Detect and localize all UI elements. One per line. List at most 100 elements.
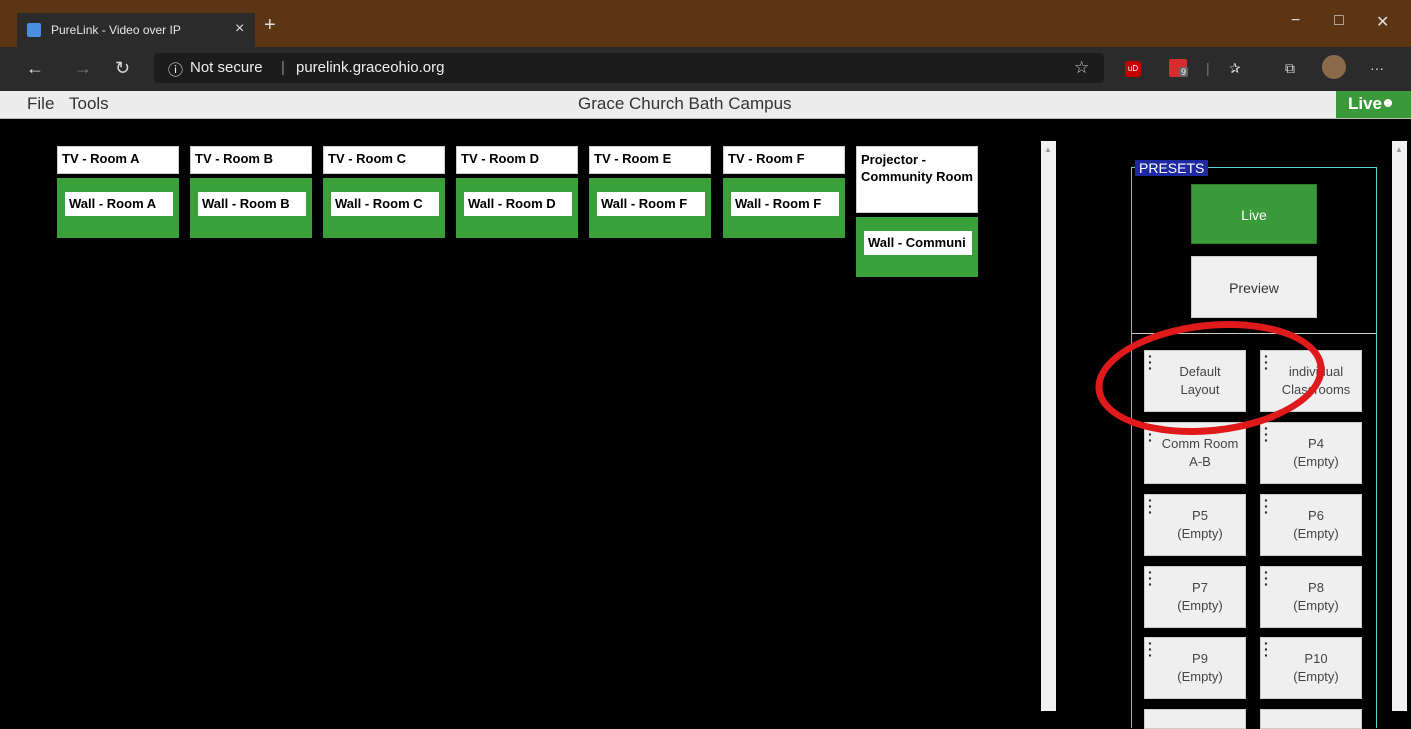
preset-name: Comm Room A-B [1161,436,1239,469]
collections-icon[interactable]: ⧉ [1285,60,1295,77]
security-status: Not secure [190,59,263,76]
tv-label[interactable]: TV - Room C [323,146,445,174]
tab-title: PureLink - Video over IP [51,23,181,37]
calendar-extension-icon[interactable]: 9 [1169,59,1189,77]
tv-label[interactable]: TV - Room A [57,146,179,174]
live-dot-icon [1384,99,1393,107]
drag-handle-icon[interactable]: · · · [1264,493,1269,519]
preset-name: P7 (Empty) [1177,580,1223,613]
preset-button-partial[interactable] [1144,709,1246,729]
new-tab-icon[interactable]: + [264,14,276,37]
drag-handle-icon[interactable]: · · · [1148,349,1153,375]
wall-display-tile[interactable]: Wall - Room C [323,178,445,238]
browser-address-bar: ← → ↻ ⓘ Not secure | purelink.graceohio.… [0,47,1411,91]
favorites-icon[interactable]: ✰ [1229,60,1241,77]
url-bar[interactable]: ⓘ Not secure | purelink.graceohio.org ☆ [154,53,1104,83]
presets-scrollbar[interactable]: ▲ [1392,141,1407,711]
display-column-room-f: TV - Room F Wall - Room F [723,146,845,238]
preset-button[interactable]: · · · P6 (Empty) [1260,493,1362,556]
wall-label: Wall - Room D [464,192,572,216]
wall-label: Wall - Communi [864,231,972,255]
drag-handle-icon[interactable]: · · · [1264,636,1269,662]
preset-button[interactable]: · · · P9 (Empty) [1144,636,1246,699]
scroll-up-icon[interactable]: ▲ [1395,145,1403,154]
wall-label: Wall - Room F [597,192,705,216]
tv-label[interactable]: TV - Room E [589,146,711,174]
preset-name: Default Layout [1179,364,1221,397]
maximize-icon[interactable]: □ [1334,12,1344,30]
wall-display-tile[interactable]: Wall - Communi [856,217,978,277]
preset-name: P4 (Empty) [1293,436,1339,469]
campus-title: Grace Church Bath Campus [578,94,792,113]
preset-button[interactable]: · · · P10 (Empty) [1260,636,1362,699]
preset-button[interactable]: · · · P8 (Empty) [1260,565,1362,628]
drag-handle-icon[interactable]: · · · [1264,565,1269,591]
preset-button-partial[interactable] [1260,709,1362,729]
display-column-room-d: TV - Room D Wall - Room D [456,146,578,238]
preset-name: P6 (Empty) [1293,508,1339,541]
tv-label[interactable]: TV - Room D [456,146,578,174]
main-scrollbar[interactable]: ▲ [1041,141,1056,711]
display-column-community: Projector - Community Room Wall - Commun… [856,146,978,277]
app-menu-bar: File Tools Grace Church Bath Campus Live [0,91,1411,119]
extension-badge-count: 9 [1179,67,1189,77]
reload-icon[interactable]: ↻ [115,58,130,79]
info-icon[interactable]: ⓘ [168,59,183,80]
preset-name: P8 (Empty) [1293,580,1339,613]
back-icon[interactable]: ← [26,58,44,79]
drag-handle-icon[interactable]: · · · [1148,636,1153,662]
preset-button[interactable]: · · · P7 (Empty) [1144,565,1246,628]
wall-display-tile[interactable]: Wall - Room A [57,178,179,238]
browser-tab[interactable]: PureLink - Video over IP × [17,13,255,47]
live-status-badge[interactable]: Live [1336,91,1411,118]
wall-label: Wall - Room C [331,192,439,216]
preset-button[interactable]: · · · individual Classrooms [1260,349,1362,412]
wall-display-tile[interactable]: Wall - Room B [190,178,312,238]
preview-button[interactable]: Preview [1191,256,1317,318]
live-button[interactable]: Live [1191,184,1317,244]
profile-avatar[interactable] [1322,55,1346,79]
display-column-room-a: TV - Room A Wall - Room A [57,146,179,238]
drag-handle-icon[interactable]: · · · [1264,421,1269,447]
close-window-icon[interactable]: ✕ [1376,12,1389,32]
url-separator: | [281,59,285,76]
preset-name: individual Classrooms [1281,364,1351,397]
wall-display-tile[interactable]: Wall - Room D [456,178,578,238]
menu-tools[interactable]: Tools [69,94,109,114]
preset-button[interactable]: · · · Default Layout [1144,349,1246,412]
tv-label[interactable]: TV - Room F [723,146,845,174]
favorite-star-icon[interactable]: ☆ [1074,58,1089,78]
url-text[interactable]: purelink.graceohio.org [296,59,444,76]
preset-button[interactable]: · · · P5 (Empty) [1144,493,1246,556]
tab-close-icon[interactable]: × [235,20,244,38]
preset-name: P9 (Empty) [1177,651,1223,684]
wall-display-tile[interactable]: Wall - Room F [723,178,845,238]
toolbar-divider: | [1206,60,1210,76]
display-column-room-c: TV - Room C Wall - Room C [323,146,445,238]
ublock-extension-icon[interactable]: uD [1125,61,1141,77]
minimize-icon[interactable]: − [1291,12,1300,30]
drag-handle-icon[interactable]: · · · [1148,421,1153,447]
wall-label: Wall - Room A [65,192,173,216]
display-column-room-b: TV - Room B Wall - Room B [190,146,312,238]
drag-handle-icon[interactable]: · · · [1148,565,1153,591]
wall-label: Wall - Room B [198,192,306,216]
scroll-up-icon[interactable]: ▲ [1044,145,1052,154]
forward-icon[interactable]: → [74,58,92,79]
preset-button[interactable]: · · · P4 (Empty) [1260,421,1362,484]
drag-handle-icon[interactable]: · · · [1148,493,1153,519]
more-menu-icon[interactable]: ··· [1370,60,1384,76]
tv-label[interactable]: TV - Room B [190,146,312,174]
wall-label: Wall - Room F [731,192,839,216]
presets-divider [1132,333,1376,334]
presets-legend: PRESETS [1135,160,1209,176]
drag-handle-icon[interactable]: · · · [1264,349,1269,375]
projector-label[interactable]: Projector - Community Room [856,146,978,213]
page-favicon-icon [27,23,41,37]
presets-panel: Live Preview · · · Default Layout · · · indiv… [1131,167,1377,729]
wall-display-tile[interactable]: Wall - Room F [589,178,711,238]
preset-button[interactable]: · · · Comm Room A-B [1144,421,1246,484]
live-status-text: Live [1348,94,1383,113]
menu-file[interactable]: File [27,94,54,114]
display-column-room-e: TV - Room E Wall - Room F [589,146,711,238]
